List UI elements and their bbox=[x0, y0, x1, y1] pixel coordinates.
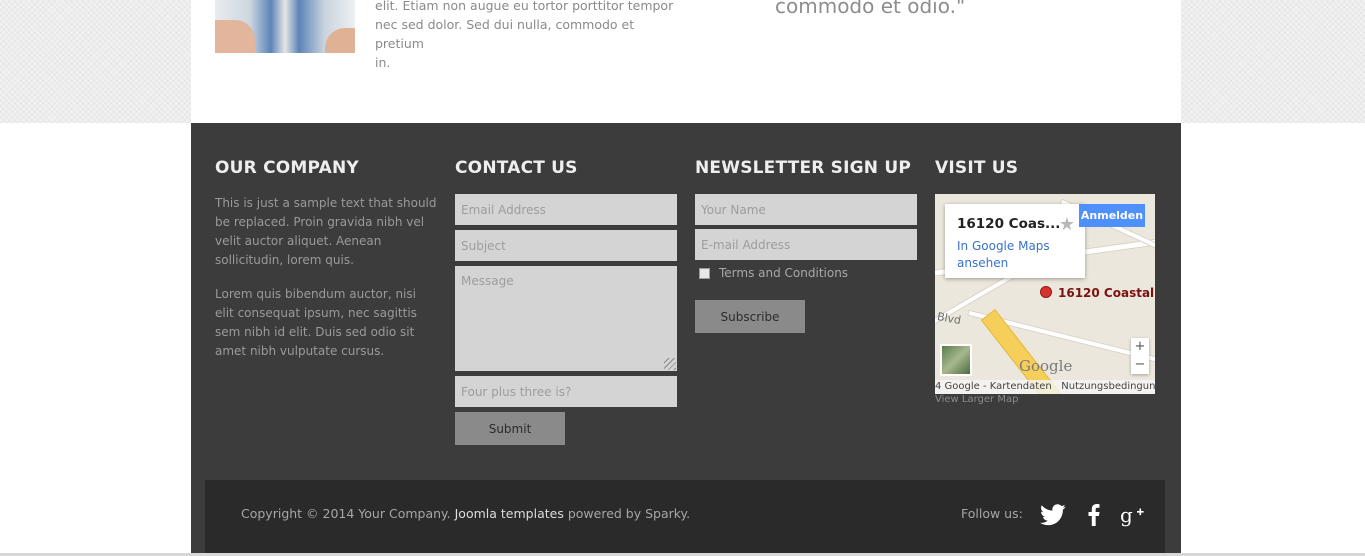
map-info-card: 16120 Coas... ★ In Google Maps ansehen bbox=[945, 204, 1085, 278]
newsletter-email-input[interactable] bbox=[695, 229, 917, 260]
facebook-icon[interactable] bbox=[1084, 502, 1104, 528]
contact-message-textarea[interactable] bbox=[455, 266, 677, 371]
terms-checkbox[interactable] bbox=[699, 268, 710, 279]
contact-us-title: CONTACT US bbox=[455, 158, 578, 178]
map-attribution-bar: 4 Google - Kartendaten Nutzungsbedingung… bbox=[935, 380, 1155, 394]
contact-email-input[interactable] bbox=[455, 194, 677, 225]
zoom-in-button[interactable]: + bbox=[1131, 338, 1149, 356]
map-info-title: 16120 Coas... bbox=[957, 216, 1061, 232]
copyright-text: Copyright © 2014 Your Company. Joomla te… bbox=[241, 506, 691, 521]
map-zoom-control: + − bbox=[1131, 338, 1149, 374]
testimonial-quote: commodo et odio." bbox=[775, 0, 966, 18]
textarea-resize-handle[interactable] bbox=[664, 358, 676, 370]
view-larger-map-link[interactable]: View Larger Map bbox=[935, 394, 1018, 405]
follow-us-label: Follow us: bbox=[961, 506, 1023, 521]
map-terms-link[interactable]: Nutzungsbedingungen bbox=[1061, 381, 1155, 392]
team-member-bio: elit. Etiam non augue eu tortor porttito… bbox=[375, 0, 674, 70]
star-icon[interactable]: ★ bbox=[1059, 214, 1075, 235]
submit-button[interactable]: Submit bbox=[455, 412, 565, 445]
map-marker-icon[interactable] bbox=[1040, 286, 1052, 298]
captcha-input[interactable] bbox=[455, 376, 677, 407]
map-marker-label: 16120 Coastal H bbox=[1058, 286, 1155, 300]
zoom-out-button[interactable]: − bbox=[1131, 356, 1149, 374]
joomla-templates-link[interactable]: Joomla templates bbox=[455, 506, 564, 521]
google-logo: Google bbox=[1019, 357, 1073, 375]
newsletter-name-input[interactable] bbox=[695, 194, 917, 225]
open-in-google-maps-link[interactable]: In Google Maps ansehen bbox=[957, 238, 1057, 272]
google-plus-icon[interactable]: g bbox=[1119, 502, 1147, 528]
twitter-icon[interactable] bbox=[1038, 502, 1068, 528]
map-attribution: 4 Google - Kartendaten bbox=[935, 381, 1052, 392]
svg-text:g: g bbox=[1120, 503, 1133, 527]
company-paragraph-2: Lorem quis bibendum auctor, nisi elit co… bbox=[215, 287, 417, 358]
map-sign-in-button[interactable]: Anmelden bbox=[1079, 204, 1145, 227]
terms-label: Terms and Conditions bbox=[719, 266, 849, 280]
map-street-label: Blvd bbox=[936, 310, 963, 327]
visit-us-title: VISIT US bbox=[935, 158, 1019, 178]
company-paragraph-1: This is just a sample text that should b… bbox=[215, 196, 437, 267]
team-member-photo bbox=[215, 0, 355, 53]
google-map[interactable]: 16120 Coastal H Blvd 16120 Coas... ★ In … bbox=[935, 194, 1155, 394]
satellite-view-toggle[interactable] bbox=[940, 344, 972, 376]
contact-subject-input[interactable] bbox=[455, 230, 677, 261]
newsletter-title: NEWSLETTER SIGN UP bbox=[695, 158, 912, 178]
subscribe-button[interactable]: Subscribe bbox=[695, 300, 805, 333]
our-company-title: OUR COMPANY bbox=[215, 158, 359, 178]
